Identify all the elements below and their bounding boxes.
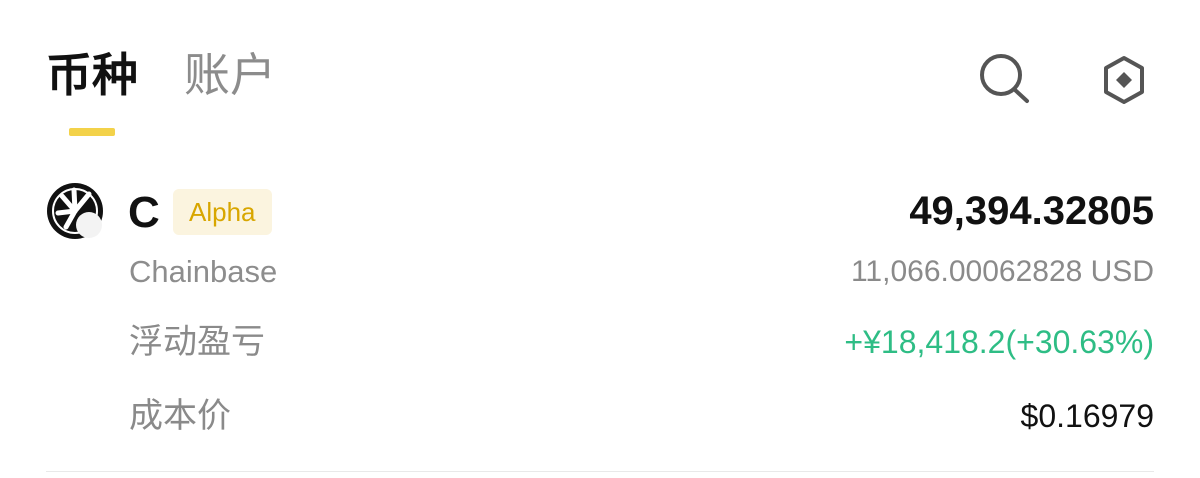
tab-account[interactable]: 账户 <box>184 44 276 106</box>
cost-price-label: 成本价 <box>129 396 231 436</box>
asset-amount: 49,394.32805 <box>909 189 1154 233</box>
floating-pnl-value: +¥18,418.2(+30.63%) <box>844 324 1154 360</box>
coin-symbol: C <box>128 188 160 237</box>
search-icon[interactable] <box>972 52 1036 106</box>
tab-coin[interactable]: 币种 <box>46 44 138 106</box>
chainbase-coin-icon <box>46 182 104 240</box>
asset-tabs: 币种 账户 <box>46 44 276 114</box>
active-tab-indicator <box>69 128 115 136</box>
hexagon-settings-icon[interactable] <box>1098 54 1150 106</box>
floating-pnl-label: 浮动盈亏 <box>129 322 265 362</box>
asset-list-item[interactable]: C Alpha 49,394.32805 Chainbase 11,066.00… <box>0 170 1200 460</box>
divider <box>46 471 1154 472</box>
cost-price-value: $0.16979 <box>1020 398 1154 434</box>
asset-usd-value: 11,066.00062828 USD <box>850 255 1154 288</box>
alpha-badge: Alpha <box>173 189 272 235</box>
coin-name: Chainbase <box>129 254 278 289</box>
